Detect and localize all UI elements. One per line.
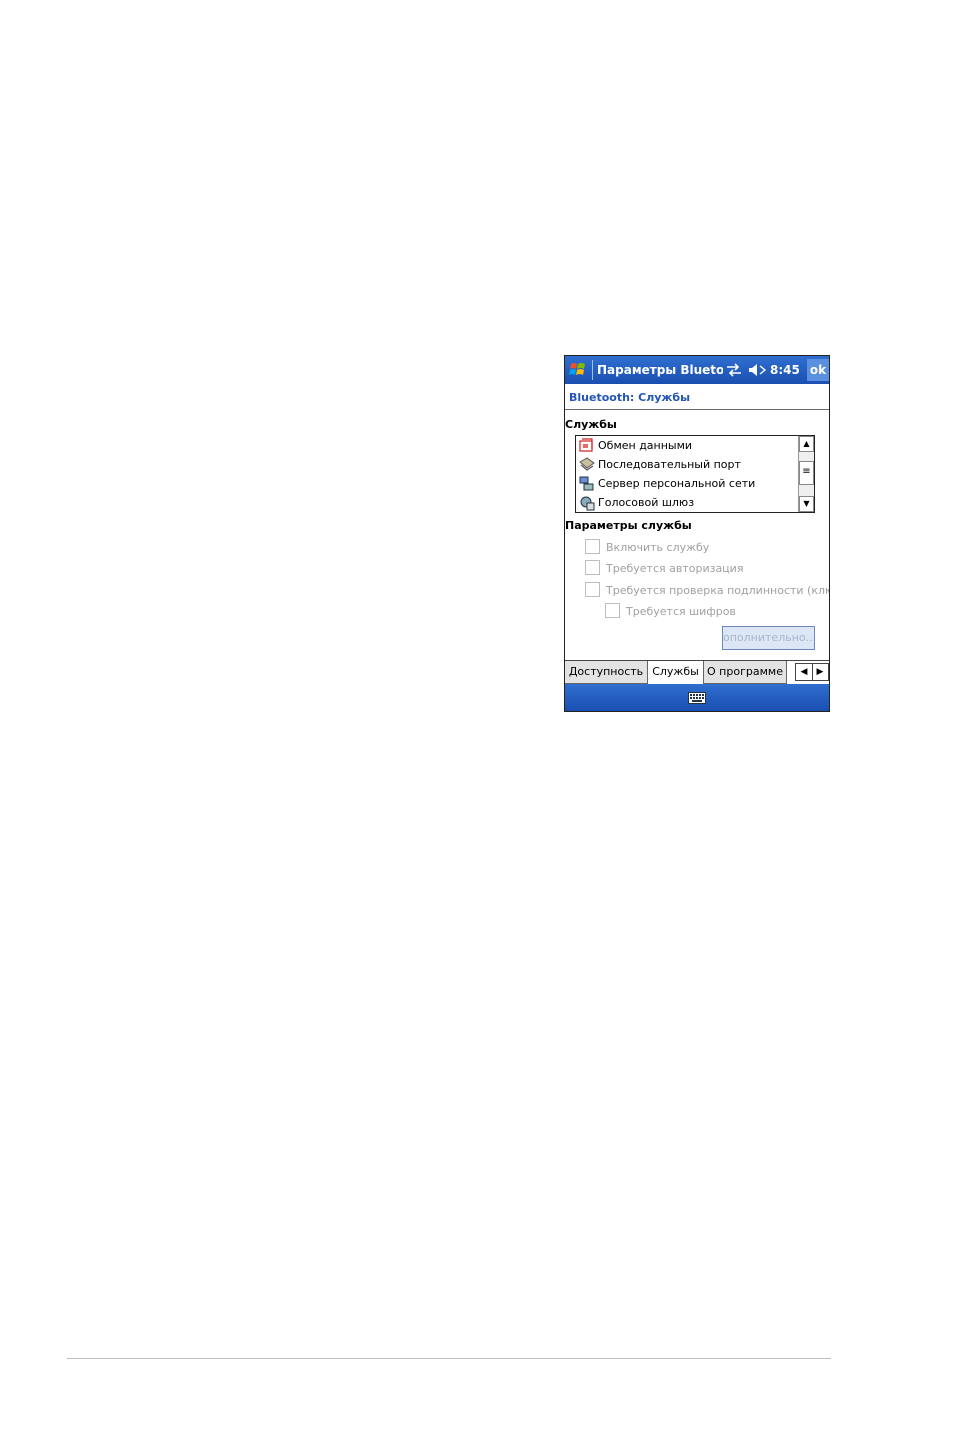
menu-bar xyxy=(565,684,829,711)
tab-about[interactable]: О программе xyxy=(704,661,787,684)
page-title: Bluetooth: Службы xyxy=(569,391,691,404)
tab-scroll-arrows: ◀ ▶ xyxy=(795,663,829,681)
tab-scroll-left-button[interactable]: ◀ xyxy=(796,664,813,680)
checkbox-box[interactable] xyxy=(585,582,600,597)
pocketpc-screen: Параметры Blueto 8:45 ok Bluetooth: Служ… xyxy=(564,355,830,712)
title-separator xyxy=(592,360,593,380)
volume-muted-icon[interactable] xyxy=(747,362,767,378)
services-listbox[interactable]: Обмен данными Последовательный порт Серв… xyxy=(575,435,815,513)
network-server-icon xyxy=(579,476,594,491)
advanced-button[interactable]: ополнительно... xyxy=(722,626,815,650)
window-title: Параметры Blueto xyxy=(597,363,723,377)
service-params-label: Параметры службы xyxy=(565,519,692,532)
list-item[interactable]: Последовательный порт xyxy=(578,455,798,474)
list-item[interactable]: Обмен данными xyxy=(578,436,798,455)
tab-services[interactable]: Службы xyxy=(648,661,704,684)
header-divider xyxy=(565,409,829,410)
checkbox-box[interactable] xyxy=(585,560,600,575)
scroll-down-button[interactable]: ▼ xyxy=(799,496,814,512)
checkbox-box[interactable] xyxy=(585,539,600,554)
voice-gateway-icon xyxy=(580,496,595,511)
serial-port-icon xyxy=(579,457,595,471)
tab-scroll-right-button[interactable]: ▶ xyxy=(812,664,828,680)
windows-start-icon[interactable] xyxy=(568,360,588,380)
connectivity-icon[interactable] xyxy=(725,362,743,378)
tab-bar: Доступность Службы О программе ◀ ▶ xyxy=(565,660,829,685)
ok-button[interactable]: ok xyxy=(807,359,829,381)
list-item[interactable]: Сервер персональной сети xyxy=(578,474,798,493)
clock[interactable]: 8:45 xyxy=(770,363,800,377)
scroll-up-button[interactable]: ▲ xyxy=(799,436,814,452)
services-scrollbar[interactable]: ▲ ≡ ▼ xyxy=(798,436,814,512)
checkbox-box[interactable] xyxy=(605,603,620,618)
scroll-thumb[interactable]: ≡ xyxy=(799,461,814,485)
page-footer-rule xyxy=(67,1358,831,1359)
keyboard-icon[interactable] xyxy=(688,692,706,704)
data-exchange-icon xyxy=(579,438,593,452)
title-bar: Параметры Blueto 8:45 ok xyxy=(565,356,829,384)
tab-accessibility[interactable]: Доступность xyxy=(565,661,648,684)
list-item[interactable]: Голосовой шлюз xyxy=(578,493,798,512)
services-label: Службы xyxy=(565,418,617,431)
